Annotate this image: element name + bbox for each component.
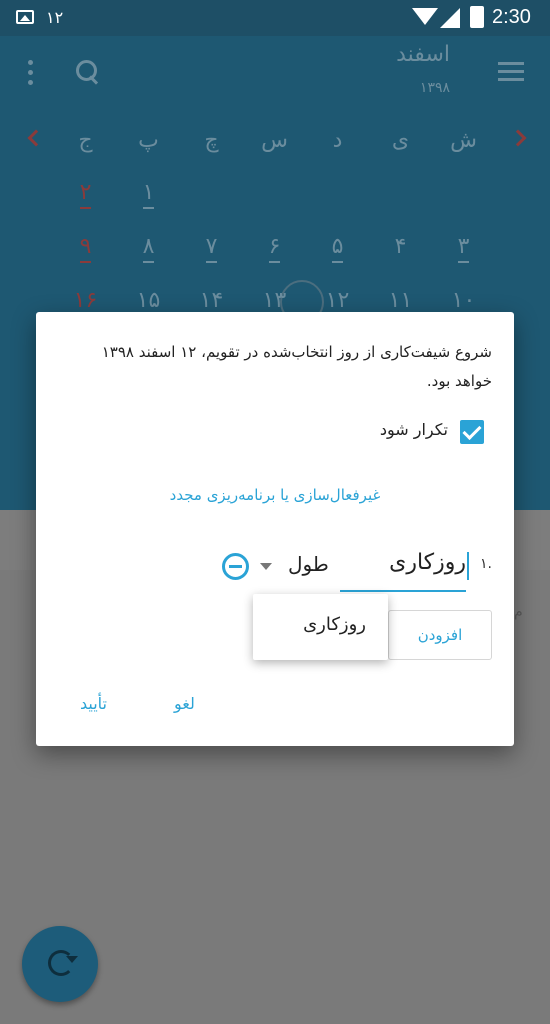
weekday: ج xyxy=(78,128,93,153)
wifi-icon xyxy=(412,8,438,25)
remove-circle-icon[interactable] xyxy=(222,553,249,580)
event-text-fragment: م xyxy=(514,604,523,620)
length-field[interactable]: طول xyxy=(288,552,329,576)
calendar-day[interactable]: ۷ xyxy=(180,234,243,263)
repeat-checkbox[interactable] xyxy=(460,420,484,444)
more-vert-icon[interactable] xyxy=(26,60,36,86)
calendar-day[interactable]: ۱ xyxy=(117,180,180,209)
status-bar: ۱۲ 2:30 xyxy=(0,0,550,36)
clock: 2:30 xyxy=(492,6,531,28)
reset-fab[interactable] xyxy=(22,926,98,1002)
weekday: د xyxy=(332,128,343,153)
cancel-button[interactable]: لغو xyxy=(174,694,195,713)
calendar-day[interactable]: ۹ xyxy=(54,234,117,263)
calendar-day[interactable]: ۶ xyxy=(243,234,306,263)
signal-icon xyxy=(440,8,460,28)
calendar-day[interactable]: ۲ xyxy=(54,180,117,209)
menu-icon[interactable] xyxy=(498,62,524,82)
chevron-right-icon[interactable] xyxy=(509,129,527,147)
add-button[interactable]: افزودن xyxy=(388,610,492,660)
calendar-week: ۲ ۱ xyxy=(54,180,494,216)
row-number: ۱. xyxy=(480,556,492,572)
month-year: ۱۳۹۸ xyxy=(419,80,450,96)
shift-type-value: روزکاری xyxy=(389,550,469,580)
weekday: س xyxy=(261,128,288,153)
month-title: اسفند xyxy=(396,42,450,67)
dialog-message: شروع شیفت‌کاری از روز انتخاب‌شده در تقوی… xyxy=(101,343,492,390)
repeat-label: تکرار شود xyxy=(379,420,448,439)
toolbar: اسفند ۱۳۹۸ xyxy=(0,36,550,120)
shift-work-dialog: شروع شیفت‌کاری از روز انتخاب‌شده در تقوی… xyxy=(36,312,514,746)
refresh-icon xyxy=(48,950,78,976)
weekday: ش xyxy=(450,128,477,153)
calendar-day[interactable]: ۸ xyxy=(117,234,180,263)
search-icon[interactable] xyxy=(74,58,102,86)
calendar-day[interactable]: ۵ xyxy=(306,234,369,263)
calendar-day[interactable]: ۱۱ xyxy=(369,288,432,313)
weekday: پ xyxy=(138,128,159,153)
confirm-button[interactable]: تأیید xyxy=(80,694,107,713)
image-icon xyxy=(16,10,34,24)
weekday: چ xyxy=(204,128,219,153)
weekday-header: ج پ چ س د ی ش xyxy=(54,128,494,164)
dropdown-arrow-icon[interactable] xyxy=(260,563,272,570)
calendar-day[interactable]: ۱۶ xyxy=(54,288,117,313)
calendar-week: ۹ ۸ ۷ ۶ ۵ ۴ ۳ xyxy=(54,234,494,270)
reschedule-link[interactable]: غیرفعال‌سازی یا برنامه‌ریزی مجدد xyxy=(36,486,514,504)
shift-type-input[interactable]: روزکاری xyxy=(340,548,469,592)
chevron-left-icon[interactable] xyxy=(27,129,45,147)
calendar-day[interactable]: ۱۴ xyxy=(180,288,243,313)
calendar-day-today[interactable]: ۱۲ xyxy=(306,288,369,313)
notification-count: ۱۲ xyxy=(46,8,64,27)
dropdown-option[interactable]: روزکاری xyxy=(303,614,366,635)
calendar-day[interactable]: ۱۳ xyxy=(243,288,306,313)
weekday: ی xyxy=(391,128,410,153)
calendar-day[interactable]: ۳ xyxy=(432,234,495,263)
battery-charging-icon xyxy=(470,6,484,28)
shift-type-dropdown: روزکاری xyxy=(253,594,388,660)
calendar-day[interactable]: ۱۵ xyxy=(117,288,180,313)
calendar-day[interactable]: ۴ xyxy=(369,234,432,259)
calendar-day[interactable]: ۱۰ xyxy=(432,288,495,313)
